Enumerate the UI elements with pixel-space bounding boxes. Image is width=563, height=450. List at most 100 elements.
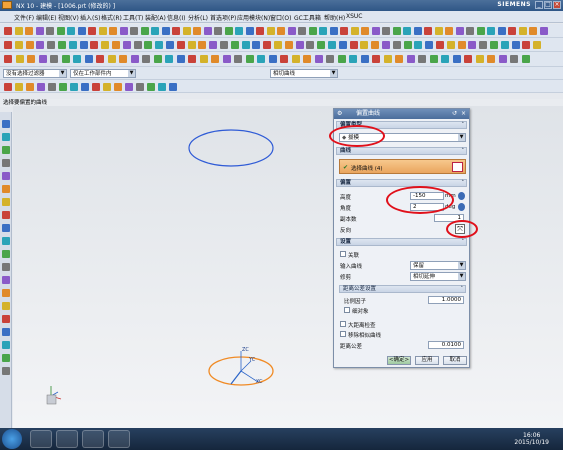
toolbar-tool-icon[interactable] [308, 27, 317, 35]
toolbar-tool-icon[interactable] [328, 41, 336, 49]
curve-rule-select[interactable]: 相切曲线 ▼ [270, 69, 338, 78]
menu-assembly[interactable]: 装配(A) [145, 13, 166, 22]
taskbar-app-2[interactable] [56, 430, 78, 448]
toolbar-tool-icon[interactable] [274, 41, 282, 49]
menu-analysis[interactable]: 分析(L) [188, 13, 208, 22]
toolbar-tool-icon[interactable] [434, 27, 443, 35]
minimize-button[interactable]: _ [535, 1, 543, 9]
maximize-button[interactable]: □ [544, 1, 552, 9]
toolbar-tool-icon[interactable] [406, 55, 415, 63]
toolbar-tool-icon[interactable] [112, 41, 120, 49]
resource-tab-icon[interactable] [2, 302, 10, 310]
toolbar-tool-icon[interactable] [25, 41, 34, 49]
toolbar-tool-icon[interactable] [371, 27, 380, 35]
toolbar-tool-icon[interactable] [425, 41, 434, 49]
toolbar-tool-icon[interactable] [500, 41, 509, 49]
curve-select-icon[interactable] [452, 162, 463, 172]
toolbar-tool-icon[interactable] [119, 27, 128, 35]
dialog-close-icon[interactable]: × [461, 109, 466, 119]
toolbar-tool-icon[interactable] [14, 27, 23, 35]
toolbar-tool-icon[interactable] [468, 41, 477, 49]
toolbar-tool-icon[interactable] [306, 41, 315, 49]
scope-select[interactable]: 仅在工作部件内 ▼ [70, 69, 136, 78]
resource-tab-icon[interactable] [2, 133, 10, 141]
toolbar-tool-icon[interactable] [349, 41, 358, 49]
toolbar-tool-icon[interactable] [518, 27, 527, 35]
toolbar-tool-icon[interactable] [151, 27, 159, 35]
remove-similar-checkbox[interactable] [340, 331, 346, 337]
toolbar-tool-icon[interactable] [479, 41, 488, 49]
toolbar-tool-icon[interactable] [90, 41, 99, 49]
toolbar-tool-icon[interactable] [4, 83, 12, 91]
curve-section[interactable]: 曲线 ˄ [336, 147, 467, 155]
menu-application[interactable]: 应用模块(N) [237, 13, 270, 22]
toolbar-tool-icon[interactable] [326, 55, 334, 63]
toolbar-tool-icon[interactable] [161, 27, 170, 35]
toolbar-tool-icon[interactable] [68, 41, 77, 49]
toolbar-tool-icon[interactable] [392, 41, 401, 49]
toolbar-tool-icon[interactable] [263, 41, 272, 49]
toolbar-tool-icon[interactable] [172, 27, 180, 35]
toolbar-tool-icon[interactable] [529, 27, 537, 35]
gear-icon[interactable]: ⚙ [337, 109, 342, 119]
system-clock[interactable]: 16:06 2015/10/19 [514, 432, 549, 446]
toolbar-tool-icon[interactable] [424, 27, 432, 35]
toolbar-tool-icon[interactable] [122, 41, 131, 49]
menu-tools[interactable]: 工具(T) [123, 13, 143, 22]
resource-tab-icon[interactable] [2, 159, 10, 167]
toolbar-tool-icon[interactable] [257, 55, 265, 63]
toolbar-tool-icon[interactable] [144, 41, 153, 49]
toolbar-tool-icon[interactable] [511, 41, 520, 49]
toolbar-tool-icon[interactable] [73, 55, 81, 63]
toolbar-tool-icon[interactable] [266, 27, 275, 35]
toolbar-tool-icon[interactable] [98, 27, 107, 35]
toolbar-tool-icon[interactable] [199, 55, 208, 63]
toolbar-tool-icon[interactable] [27, 55, 35, 63]
toolbar-tool-icon[interactable] [59, 83, 67, 91]
toolbar-tool-icon[interactable] [165, 55, 173, 63]
toolbar-tool-icon[interactable] [147, 83, 155, 91]
menu-xsuc[interactable]: XSUC [346, 13, 363, 20]
angle-options-icon[interactable] [458, 203, 465, 211]
ok-button[interactable]: <确定> [387, 356, 411, 365]
reset-icon[interactable]: ↺ [452, 109, 457, 119]
toolbar-tool-icon[interactable] [211, 55, 219, 63]
toolbar-tool-icon[interactable] [256, 27, 264, 35]
menu-format[interactable]: 格式(R) [101, 13, 122, 22]
toolbar-tool-icon[interactable] [457, 41, 466, 49]
toolbar-tool-icon[interactable] [224, 27, 233, 35]
toolbar-tool-icon[interactable] [46, 27, 54, 35]
toolbar-tool-icon[interactable] [56, 27, 65, 35]
toolbar-tool-icon[interactable] [303, 55, 311, 63]
menu-edit[interactable]: 编辑(E) [36, 13, 56, 22]
resource-tab-icon[interactable] [2, 198, 10, 206]
toolbar-tool-icon[interactable] [58, 41, 66, 49]
scale-factor-input[interactable]: 1.0000 [428, 296, 464, 304]
toolbar-tool-icon[interactable] [119, 55, 127, 63]
resource-tab-icon[interactable] [2, 328, 10, 336]
toolbar-tool-icon[interactable] [446, 41, 455, 49]
toolbar-tool-icon[interactable] [203, 27, 212, 35]
toolbar-tool-icon[interactable] [522, 41, 531, 49]
toolbar-tool-icon[interactable] [209, 41, 218, 49]
toolbar-tool-icon[interactable] [317, 41, 326, 49]
trim-select[interactable]: 相切延伸 ▼ [410, 272, 466, 281]
toolbar-tool-icon[interactable] [37, 83, 45, 91]
toolbar-tool-icon[interactable] [464, 55, 472, 63]
toolbar-tool-icon[interactable] [4, 55, 12, 63]
toolbar-tool-icon[interactable] [4, 27, 12, 35]
taskbar-app-1[interactable] [30, 430, 52, 448]
toolbar-tool-icon[interactable] [395, 55, 403, 63]
toolbar-tool-icon[interactable] [287, 27, 296, 35]
resource-tab-icon[interactable] [2, 250, 10, 258]
cancel-button[interactable]: 取消 [443, 356, 467, 365]
toolbar-tool-icon[interactable] [350, 27, 359, 35]
resource-tab-icon[interactable] [2, 315, 10, 323]
distance-tolerance-section[interactable]: 距离公差设置 ˄ [339, 285, 466, 293]
toolbar-tool-icon[interactable] [114, 83, 122, 91]
toolbar-tool-icon[interactable] [436, 41, 444, 49]
resource-tab-icon[interactable] [2, 146, 10, 154]
toolbar-tool-icon[interactable] [349, 55, 357, 63]
toolbar-tool-icon[interactable] [510, 55, 518, 63]
toolbar-tool-icon[interactable] [198, 41, 207, 49]
